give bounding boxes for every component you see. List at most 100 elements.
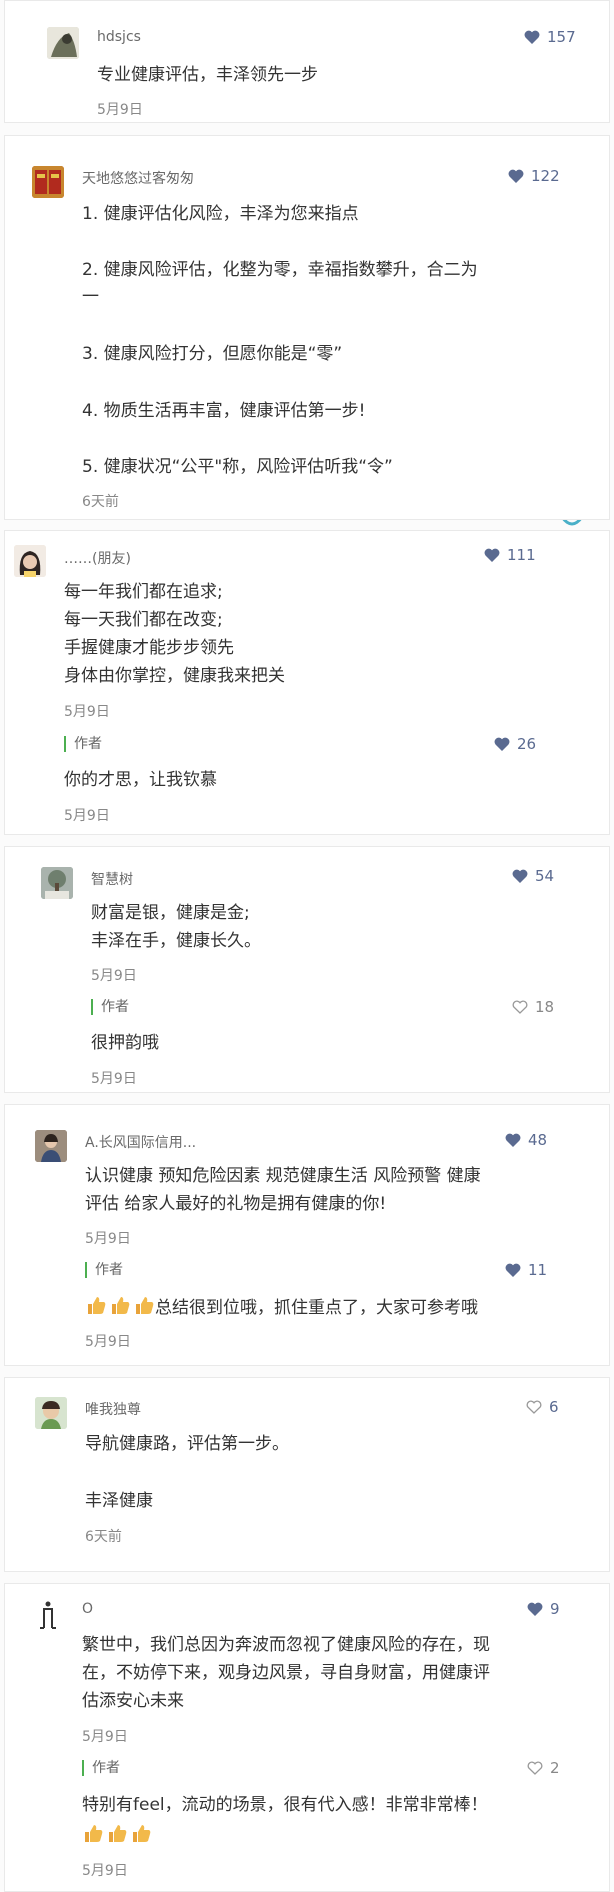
comment-text: 专业健康评估，丰泽领先一步: [97, 65, 318, 85]
like-button[interactable]: 122: [508, 167, 560, 185]
author-reply-tag: 作者: [82, 1760, 120, 1776]
comment-text-line: 手握健康才能步步领先: [64, 638, 234, 658]
comment-text-line: 在，不妨停下来，观身边风景，寻自身财富，用健康评: [82, 1663, 490, 1683]
reply-text-row: 总结很到位哦，抓住重点了，大家可参考哦: [85, 1294, 478, 1322]
comment-text-line: 估添安心未来: [82, 1691, 184, 1711]
comment-text-line: 一: [82, 287, 99, 307]
reply-like-button[interactable]: 26: [494, 735, 536, 753]
reply-like-button[interactable]: 11: [505, 1261, 547, 1279]
like-count: 54: [535, 867, 555, 885]
author-reply-tag: 作者: [85, 1262, 123, 1278]
avatar[interactable]: [47, 27, 79, 59]
like-button[interactable]: 157: [524, 28, 576, 46]
heart-filled-icon: [494, 737, 510, 751]
comment-date: 6天前: [85, 1529, 122, 1545]
thumbs-up-icon: [85, 1825, 103, 1842]
reply-date: 5月9日: [64, 808, 110, 824]
like-count: 26: [517, 735, 537, 753]
comment-text-line: 4. 物质生活再丰富，健康评估第一步!: [82, 401, 366, 421]
thumbs-up-icon: [109, 1825, 127, 1842]
reply-emoji-row: [82, 1822, 152, 1850]
comment-text-line: 丰泽健康: [85, 1491, 153, 1511]
reply-text: 很押韵哦: [91, 1033, 159, 1053]
like-count: 48: [528, 1131, 548, 1149]
heart-filled-icon: [512, 869, 528, 883]
heart-filled-icon: [505, 1133, 521, 1147]
heart-outline-icon: [512, 1000, 528, 1014]
thumbs-up-icon: [133, 1825, 151, 1842]
like-count: 6: [549, 1398, 559, 1416]
username[interactable]: 智慧树: [91, 869, 133, 889]
heart-outline-icon: [527, 1761, 543, 1775]
like-button[interactable]: 54: [512, 867, 554, 885]
reply-date: 5月9日: [82, 1863, 128, 1879]
heart-filled-icon: [508, 169, 524, 183]
comment-text-line: 导航健康路，评估第一步。: [85, 1434, 289, 1454]
like-count: 157: [547, 28, 576, 46]
comment-card: A.长风国际信用... 48 认识健康 预知危险因素 规范健康生活 风险预警 健…: [4, 1104, 610, 1366]
reply-text: 特别有feel，流动的场景，很有代入感！非常非常棒！: [82, 1795, 488, 1815]
heart-filled-icon: [527, 1602, 543, 1616]
thumbs-up-icon: [88, 1297, 106, 1314]
heart-outline-icon: [526, 1400, 542, 1414]
like-count: 18: [535, 998, 555, 1016]
reply-text: 你的才思，让我钦慕: [64, 770, 217, 790]
like-button[interactable]: 48: [505, 1131, 547, 1149]
comment-card: 唯我独尊 6 导航健康路，评估第一步。 丰泽健康 6天前: [4, 1377, 610, 1572]
username[interactable]: 天地悠悠过客匆匆: [82, 168, 194, 188]
comment-text-line: 财富是银，健康是金;: [91, 903, 250, 923]
username[interactable]: ……(朋友): [64, 548, 131, 568]
comment-card: 天地悠悠过客匆匆 122 1. 健康评估化风险，丰泽为您来指点 2. 健康风险评…: [4, 135, 610, 520]
comment-date: 5月9日: [97, 102, 143, 118]
heart-filled-icon: [484, 548, 500, 562]
username[interactable]: hdsjcs: [97, 29, 141, 45]
like-count: 2: [550, 1759, 560, 1777]
heart-filled-icon: [505, 1263, 521, 1277]
reply-like-button[interactable]: 2: [527, 1759, 560, 1777]
like-count: 11: [528, 1261, 548, 1279]
avatar[interactable]: [35, 1397, 67, 1429]
comment-text-line: 评估 给家人最好的礼物是拥有健康的你!: [85, 1194, 387, 1214]
like-count: 9: [550, 1600, 560, 1618]
comment-text-line: 1. 健康评估化风险，丰泽为您来指点: [82, 204, 359, 224]
comment-text-line: 繁世中，我们总因为奔波而忽视了健康风险的存在，现: [82, 1635, 490, 1655]
comment-text-line: 每一年我们都在追求;: [64, 582, 223, 602]
comment-card: O 9 繁世中，我们总因为奔波而忽视了健康风险的存在，现 在，不妨停下来，观身边…: [4, 1583, 610, 1892]
username[interactable]: A.长风国际信用...: [85, 1132, 196, 1152]
comment-card: 智慧树 54 财富是银，健康是金; 丰泽在手，健康长久。 5月9日 作者 18 …: [4, 846, 610, 1093]
comment-text-line: 2. 健康风险评估，化整为零，幸福指数攀升，合二为: [82, 260, 478, 280]
reply-text: 总结很到位哦，抓住重点了，大家可参考哦: [155, 1298, 478, 1318]
comment-card: hdsjcs 157 专业健康评估，丰泽领先一步 5月9日: [4, 0, 610, 123]
reply-date: 5月9日: [85, 1334, 131, 1350]
comment-text-line: 认识健康 预知危险因素 规范健康生活 风险预警 健康: [85, 1166, 481, 1186]
avatar[interactable]: [14, 545, 46, 577]
comment-date: 6天前: [82, 494, 119, 510]
like-button[interactable]: 6: [526, 1398, 559, 1416]
username[interactable]: 唯我独尊: [85, 1399, 141, 1419]
username[interactable]: O: [82, 1601, 93, 1617]
comment-date: 5月9日: [91, 968, 137, 984]
like-button[interactable]: 9: [527, 1600, 560, 1618]
reply-like-button[interactable]: 18: [512, 998, 554, 1016]
avatar[interactable]: [41, 867, 73, 899]
comment-text-line: 身体由你掌控，健康我来把关: [64, 666, 285, 686]
reply-date: 5月9日: [91, 1071, 137, 1087]
comment-text-line: 每一天我们都在改变;: [64, 610, 223, 630]
avatar[interactable]: [32, 1598, 64, 1630]
avatar[interactable]: [35, 1130, 67, 1162]
heart-filled-icon: [524, 30, 540, 44]
author-reply-tag: 作者: [91, 999, 129, 1015]
thumbs-up-emoji-group: [82, 1822, 152, 1844]
comment-card: ……(朋友) 111 每一年我们都在追求; 每一天我们都在改变; 手握健康才能步…: [4, 530, 610, 835]
comment-date: 5月9日: [82, 1729, 128, 1745]
comment-text-line: 3. 健康风险打分，但愿你能是“零”: [82, 344, 343, 364]
comment-feed: hdsjcs 157 专业健康评估，丰泽领先一步 5月9日 天地悠悠过客匆匆 1…: [0, 0, 614, 1892]
like-count: 111: [507, 546, 536, 564]
comment-date: 5月9日: [85, 1231, 131, 1247]
thumbs-up-icon: [136, 1297, 154, 1314]
comment-date: 5月9日: [64, 704, 110, 720]
like-button[interactable]: 111: [484, 546, 536, 564]
comment-text-line: 丰泽在手，健康长久。: [91, 931, 261, 951]
author-reply-tag: 作者: [64, 736, 102, 752]
avatar[interactable]: [32, 166, 64, 198]
